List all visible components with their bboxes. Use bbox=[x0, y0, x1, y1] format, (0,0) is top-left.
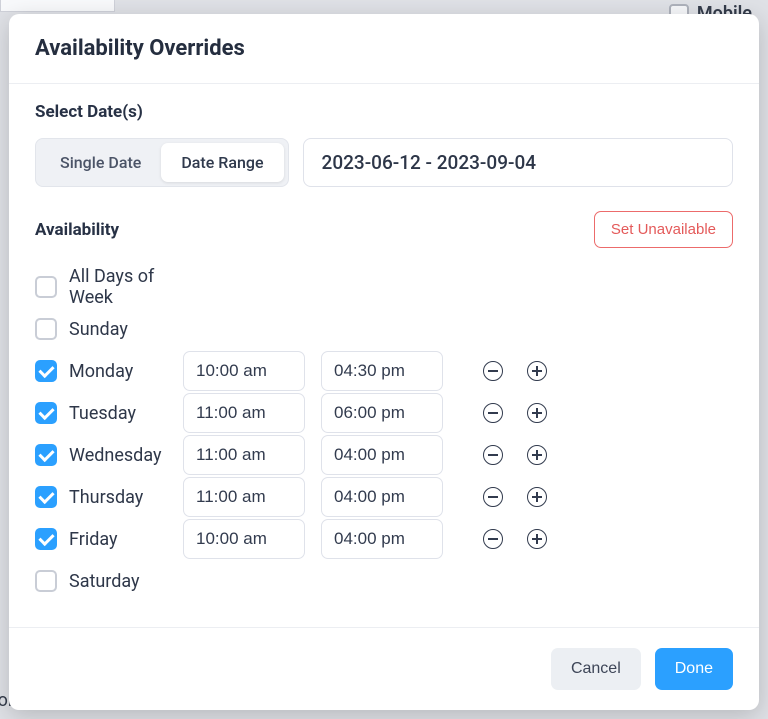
modal-title: Availability Overrides bbox=[35, 36, 733, 61]
availability-overrides-modal: Availability Overrides Select Date(s) Si… bbox=[9, 14, 759, 710]
day-label-wednesday: Wednesday bbox=[69, 445, 162, 466]
all-days-label: All Days of Week bbox=[69, 266, 183, 308]
add-slot-icon[interactable] bbox=[527, 487, 547, 507]
modal-header: Availability Overrides bbox=[9, 14, 759, 84]
start-time-friday[interactable] bbox=[183, 519, 305, 559]
remove-slot-icon[interactable] bbox=[483, 529, 503, 549]
end-time-friday[interactable] bbox=[321, 519, 443, 559]
day-row-tuesday: Tuesday bbox=[35, 392, 733, 434]
day-label-saturday: Saturday bbox=[69, 571, 140, 592]
day-row-friday: Friday bbox=[35, 518, 733, 560]
remove-slot-icon[interactable] bbox=[483, 403, 503, 423]
remove-slot-icon[interactable] bbox=[483, 487, 503, 507]
add-slot-icon[interactable] bbox=[527, 361, 547, 381]
checkbox-tuesday[interactable] bbox=[35, 402, 57, 424]
start-time-monday[interactable] bbox=[183, 351, 305, 391]
remove-slot-icon[interactable] bbox=[483, 361, 503, 381]
modal-footer: Cancel Done bbox=[9, 627, 759, 710]
add-slot-icon[interactable] bbox=[527, 403, 547, 423]
start-time-thursday[interactable] bbox=[183, 477, 305, 517]
end-time-thursday[interactable] bbox=[321, 477, 443, 517]
done-button[interactable]: Done bbox=[655, 648, 733, 690]
day-label-monday: Monday bbox=[69, 361, 133, 382]
day-row-monday: Monday bbox=[35, 350, 733, 392]
checkbox-saturday[interactable] bbox=[35, 570, 57, 592]
day-label-friday: Friday bbox=[69, 529, 118, 550]
checkbox-wednesday[interactable] bbox=[35, 444, 57, 466]
start-time-wednesday[interactable] bbox=[183, 435, 305, 475]
day-row-sunday: Sunday bbox=[35, 308, 733, 350]
set-unavailable-button[interactable]: Set Unavailable bbox=[594, 211, 733, 248]
all-days-row: All Days of Week bbox=[35, 266, 733, 308]
day-label-sunday: Sunday bbox=[69, 319, 128, 340]
day-row-thursday: Thursday bbox=[35, 476, 733, 518]
day-row-saturday: Saturday bbox=[35, 560, 733, 602]
tab-date-range[interactable]: Date Range bbox=[161, 143, 283, 182]
cancel-button[interactable]: Cancel bbox=[551, 648, 641, 690]
bg-box bbox=[0, 0, 115, 12]
add-slot-icon[interactable] bbox=[527, 445, 547, 465]
end-time-tuesday[interactable] bbox=[321, 393, 443, 433]
checkbox-thursday[interactable] bbox=[35, 486, 57, 508]
tab-single-date[interactable]: Single Date bbox=[40, 143, 161, 182]
modal-body: Select Date(s) Single Date Date Range 20… bbox=[9, 84, 759, 627]
date-mode-segmented: Single Date Date Range bbox=[35, 138, 289, 187]
remove-slot-icon[interactable] bbox=[483, 445, 503, 465]
day-label-tuesday: Tuesday bbox=[69, 403, 136, 424]
day-row-wednesday: Wednesday bbox=[35, 434, 733, 476]
end-time-monday[interactable] bbox=[321, 351, 443, 391]
start-time-tuesday[interactable] bbox=[183, 393, 305, 433]
add-slot-icon[interactable] bbox=[527, 529, 547, 549]
date-range-display[interactable]: 2023-06-12 - 2023-09-04 bbox=[303, 138, 733, 187]
end-time-wednesday[interactable] bbox=[321, 435, 443, 475]
availability-header: Availability Set Unavailable bbox=[35, 211, 733, 248]
checkbox-all-days[interactable] bbox=[35, 276, 57, 298]
availability-label: Availability bbox=[35, 220, 119, 240]
checkbox-sunday[interactable] bbox=[35, 318, 57, 340]
day-label-thursday: Thursday bbox=[69, 487, 143, 508]
date-mode-row: Single Date Date Range 2023-06-12 - 2023… bbox=[35, 138, 733, 187]
select-dates-label: Select Date(s) bbox=[35, 102, 733, 122]
checkbox-friday[interactable] bbox=[35, 528, 57, 550]
checkbox-monday[interactable] bbox=[35, 360, 57, 382]
